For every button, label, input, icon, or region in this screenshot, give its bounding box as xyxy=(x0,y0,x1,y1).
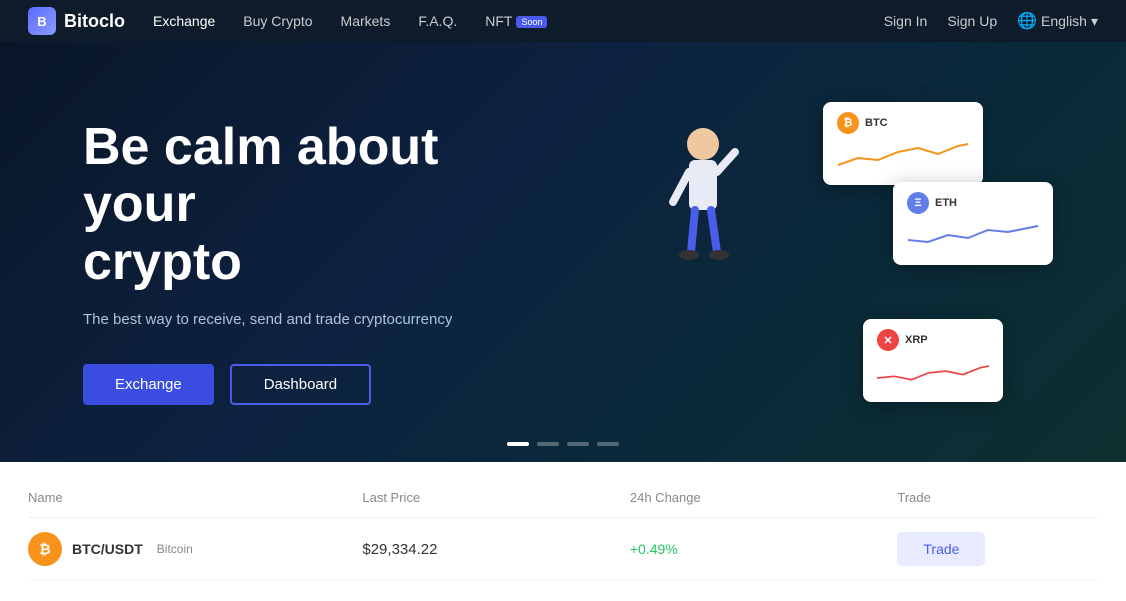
nav-left: B Bitoclo Exchange Buy Crypto Markets F.… xyxy=(28,7,547,35)
hero-subtitle: The best way to receive, send and trade … xyxy=(83,311,563,328)
logo-icon: B xyxy=(28,7,56,35)
coin-pair: BTC/USDT xyxy=(72,541,143,557)
table-row: ₿ BTC/USDT Bitcoin $29,334.22 +0.49% Tra… xyxy=(28,518,1098,581)
dot-3[interactable] xyxy=(567,442,589,446)
logo-text: Bitoclo xyxy=(64,11,125,32)
btc-label: BTC xyxy=(865,117,888,129)
dot-1[interactable] xyxy=(507,442,529,446)
dot-2[interactable] xyxy=(537,442,559,446)
btc-coin-icon: ₿ xyxy=(28,532,62,566)
hero-illustration: ₿ BTC Ξ ETH ✕ xyxy=(563,102,1043,422)
eth-chart-card: Ξ ETH xyxy=(893,182,1053,265)
nav-faq[interactable]: F.A.Q. xyxy=(418,13,457,29)
coin-full-name: Bitcoin xyxy=(157,542,193,556)
header-trade: Trade xyxy=(897,490,1098,505)
language-selector[interactable]: 🌐 English ▾ xyxy=(1017,11,1098,31)
hero-text: Be calm about your crypto The best way t… xyxy=(83,119,563,405)
hero-buttons: Exchange Dashboard xyxy=(83,364,563,405)
flag-icon: 🌐 xyxy=(1017,11,1037,31)
person-figure xyxy=(663,122,743,292)
xrp-mini-chart xyxy=(877,357,989,387)
nav-buy-crypto[interactable]: Buy Crypto xyxy=(243,13,312,29)
nft-badge: Soon xyxy=(516,16,547,28)
sign-in-link[interactable]: Sign In xyxy=(884,13,928,29)
coin-info: ₿ BTC/USDT Bitcoin xyxy=(28,532,362,566)
exchange-button[interactable]: Exchange xyxy=(83,364,214,405)
market-table-section: Name Last Price 24h Change Trade ₿ BTC/U… xyxy=(0,462,1126,601)
hero-title: Be calm about your crypto xyxy=(83,119,563,291)
xrp-label: XRP xyxy=(905,334,928,346)
header-price: Last Price xyxy=(362,490,630,505)
btc-chart-card: ₿ BTC xyxy=(823,102,983,185)
dashboard-button[interactable]: Dashboard xyxy=(230,364,371,405)
xrp-icon: ✕ xyxy=(877,329,899,351)
language-label: English xyxy=(1041,13,1087,29)
nav-exchange[interactable]: Exchange xyxy=(153,13,215,29)
nav-nft[interactable]: NFTSoon xyxy=(485,13,547,29)
trade-button[interactable]: Trade xyxy=(897,532,985,566)
eth-icon: Ξ xyxy=(907,192,929,214)
sign-up-link[interactable]: Sign Up xyxy=(947,13,997,29)
carousel-dots xyxy=(507,442,619,446)
logo[interactable]: B Bitoclo xyxy=(28,7,125,35)
btc-icon: ₿ xyxy=(837,112,859,134)
hero-content: Be calm about your crypto The best way t… xyxy=(63,42,1063,462)
nav-markets[interactable]: Markets xyxy=(341,13,391,29)
xrp-chart-card: ✕ XRP xyxy=(863,319,1003,402)
nav-right: Sign In Sign Up 🌐 English ▾ xyxy=(884,11,1098,31)
header-name: Name xyxy=(28,490,362,505)
header-change: 24h Change xyxy=(630,490,898,505)
trade-cell: Trade xyxy=(897,532,1098,566)
btc-mini-chart xyxy=(837,140,969,170)
eth-label: ETH xyxy=(935,197,957,209)
coin-change: +0.49% xyxy=(630,541,898,557)
dot-4[interactable] xyxy=(597,442,619,446)
chevron-down-icon: ▾ xyxy=(1091,13,1098,30)
table-header: Name Last Price 24h Change Trade xyxy=(28,482,1098,518)
coin-price: $29,334.22 xyxy=(362,541,630,558)
hero-section: Be calm about your crypto The best way t… xyxy=(0,42,1126,462)
navbar: B Bitoclo Exchange Buy Crypto Markets F.… xyxy=(0,0,1126,42)
eth-mini-chart xyxy=(907,220,1039,250)
